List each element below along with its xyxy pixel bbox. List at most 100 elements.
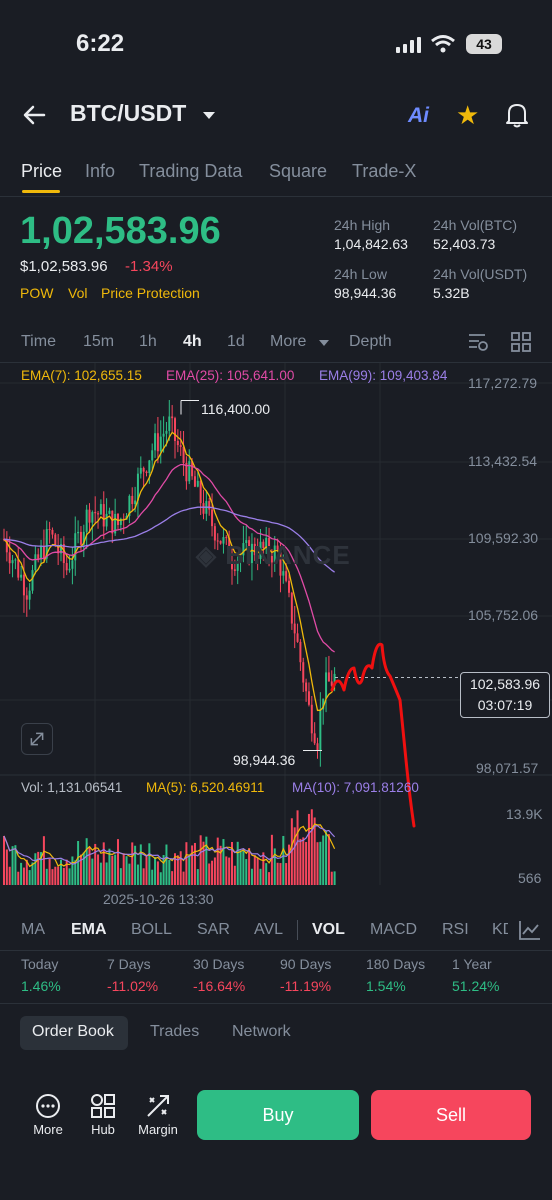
hub-label[interactable]: Hub <box>83 1122 123 1137</box>
volume-bar <box>51 869 54 885</box>
tab-price[interactable]: Price <box>21 161 62 182</box>
indicator-ema[interactable]: EMA <box>71 921 107 939</box>
tag-pow[interactable]: POW <box>20 285 53 301</box>
volume-bar <box>136 864 139 885</box>
volume-bar <box>122 853 125 885</box>
volume-bar <box>94 843 97 885</box>
ai-icon[interactable]: Ai <box>408 104 429 128</box>
favorite-star-icon[interactable]: ★ <box>456 100 479 131</box>
volume-bar <box>199 835 202 885</box>
interval-15m[interactable]: 15m <box>83 333 114 351</box>
tag-price-protection[interactable]: Price Protection <box>101 285 200 301</box>
interval-1h[interactable]: 1h <box>139 333 157 351</box>
candle-body <box>319 709 322 751</box>
more-icon[interactable] <box>34 1092 62 1120</box>
tab-order-book[interactable]: Order Book <box>32 1023 114 1041</box>
candle-body <box>111 510 114 534</box>
indicator-vol[interactable]: VOL <box>312 921 345 939</box>
candle-body <box>91 512 94 523</box>
candle-countdown: 03:07:19 <box>477 697 533 713</box>
candle-body <box>213 526 216 541</box>
candle-body <box>105 513 108 527</box>
volume-bar <box>179 851 182 885</box>
volume-bar <box>62 867 65 885</box>
volume-bar <box>225 856 228 885</box>
bell-icon[interactable] <box>505 101 529 129</box>
wifi-icon <box>431 35 455 53</box>
sell-button[interactable]: Sell <box>371 1090 531 1140</box>
candle-body <box>171 416 174 419</box>
hand-drawn-projection <box>330 642 416 828</box>
volume-bar <box>48 858 51 885</box>
tab-trade-x[interactable]: Trade-X <box>352 161 416 182</box>
volume-bar <box>330 871 333 885</box>
indicator-boll[interactable]: BOLL <box>131 921 172 939</box>
indicator-rsi[interactable]: RSI <box>442 921 469 939</box>
tab-square[interactable]: Square <box>269 161 327 182</box>
interval-4h[interactable]: 4h <box>183 333 202 351</box>
expand-icon[interactable] <box>21 723 53 755</box>
interval-more[interactable]: More <box>270 333 306 351</box>
chevron-down-icon[interactable] <box>202 108 216 122</box>
candle-body <box>208 501 211 510</box>
candle-body <box>307 691 310 705</box>
candle-body <box>94 512 97 514</box>
interval-depth[interactable]: Depth <box>349 333 392 351</box>
volume-bar <box>77 841 80 885</box>
indicator-macd[interactable]: MACD <box>370 921 417 939</box>
candle-body <box>174 418 176 441</box>
buy-button[interactable]: Buy <box>197 1090 359 1140</box>
tab-info[interactable]: Info <box>85 161 115 182</box>
chevron-down-icon[interactable] <box>318 338 330 348</box>
indicator-kd[interactable]: KD <box>492 921 508 939</box>
perf-value: -16.64% <box>193 978 246 994</box>
indicator-sar[interactable]: SAR <box>197 921 230 939</box>
candle-body <box>139 467 142 474</box>
volume-bar <box>193 842 196 885</box>
tag-vol[interactable]: Vol <box>68 285 87 301</box>
volume-bar <box>142 868 145 885</box>
interval-time[interactable]: Time <box>21 333 56 351</box>
pair-title[interactable]: BTC/USDT <box>70 100 186 127</box>
indicator-ma[interactable]: MA <box>21 921 45 939</box>
volume-bar <box>188 855 191 885</box>
candle-body <box>188 461 191 482</box>
volume-bar <box>105 862 108 885</box>
margin-icon[interactable] <box>144 1092 172 1120</box>
candle-body <box>313 733 316 744</box>
last-price: 1,02,583.96 <box>20 210 221 252</box>
candlestick-chart[interactable] <box>0 363 552 913</box>
indicator-avl[interactable]: AVL <box>254 921 283 939</box>
interval-1d[interactable]: 1d <box>227 333 245 351</box>
margin-label[interactable]: Margin <box>134 1122 182 1137</box>
volume-bar <box>57 866 60 885</box>
candle-body <box>327 672 330 682</box>
chart-settings-icon[interactable] <box>467 331 489 353</box>
perf-value: -11.02% <box>107 978 159 994</box>
more-label[interactable]: More <box>27 1122 69 1137</box>
tab-trades[interactable]: Trades <box>150 1023 199 1041</box>
tab-trading-data[interactable]: Trading Data <box>139 161 242 182</box>
volume-bar <box>228 857 231 885</box>
volume-bar <box>259 868 262 885</box>
tab-network[interactable]: Network <box>232 1023 291 1041</box>
hub-icon[interactable] <box>89 1092 117 1120</box>
candle-body <box>68 568 71 571</box>
layout-grid-icon[interactable] <box>510 331 532 353</box>
back-arrow-icon[interactable] <box>20 100 50 130</box>
volume-bar <box>28 870 31 885</box>
stat-24h-low: 98,944.36 <box>334 285 397 301</box>
volume-bar <box>216 837 219 885</box>
volume-legend: Vol: 1,131.06541 <box>21 780 123 795</box>
volume-bar <box>11 846 14 885</box>
candle-body <box>159 436 162 452</box>
battery-indicator: 43 <box>466 34 502 54</box>
candle-body <box>34 554 37 571</box>
volume-ma5-legend: MA(5): 6,520.46911 <box>146 780 265 795</box>
indicator-chart-icon[interactable] <box>518 919 542 941</box>
perf-value: -11.19% <box>280 978 332 994</box>
volume-bar <box>97 854 100 885</box>
perf-value: 1.54% <box>366 978 406 994</box>
candle-body <box>148 460 151 474</box>
perf-label: 30 Days <box>193 956 245 972</box>
